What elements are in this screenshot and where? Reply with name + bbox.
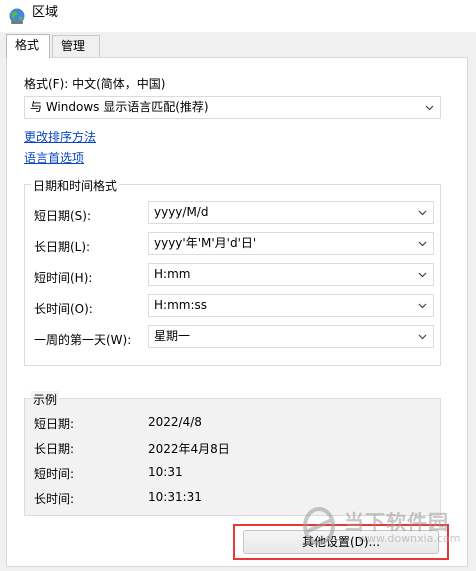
first-day-dropdown[interactable]: 星期一 (148, 325, 434, 348)
tab-format[interactable]: 格式 (6, 34, 50, 58)
first-day-label: 一周的第一天(W): (34, 333, 132, 347)
long-date-label: 长日期(L): (34, 240, 91, 254)
long-time-dropdown[interactable]: H:mm:ss (148, 294, 434, 317)
datetime-group-title: 日期和时间格式 (31, 177, 120, 194)
highlight-box (233, 524, 449, 560)
sample-group-title: 示例 (31, 391, 60, 408)
short-date-label: 短日期(S): (34, 209, 92, 223)
short-time-dropdown[interactable]: H:mm (148, 263, 434, 286)
language-prefs-link[interactable]: 语言首选项 (24, 149, 84, 166)
sample-long-date-label: 长日期: (34, 442, 75, 456)
datetime-format-group: 日期和时间格式 短日期(S): yyyy/M/d 长日期(L): yyyy'年'… (24, 177, 441, 366)
window-title: 区域 (32, 5, 59, 20)
sample-long-time-label: 长时间: (34, 492, 75, 506)
chevron-down-icon (418, 272, 427, 278)
sample-short-time-value: 10:31 (148, 465, 183, 479)
long-date-dropdown[interactable]: yyyy'年'M'月'd'日' (148, 232, 434, 255)
format-dropdown[interactable]: 与 Windows 显示语言匹配(推荐) (24, 96, 441, 119)
first-day-value: 星期一 (154, 329, 191, 343)
globe-icon (9, 8, 25, 24)
title-bar: 区域 (0, 0, 476, 32)
short-time-value: H:mm (154, 267, 191, 281)
sample-long-time-value: 10:31:31 (148, 490, 202, 504)
sample-short-date-label: 短日期: (34, 417, 75, 431)
short-date-value: yyyy/M/d (154, 205, 209, 219)
long-time-value: H:mm:ss (154, 298, 207, 312)
format-dropdown-value: 与 Windows 显示语言匹配(推荐) (30, 100, 209, 114)
chevron-down-icon (418, 241, 427, 247)
chevron-down-icon (418, 210, 427, 216)
tab-manage[interactable]: 管理 (52, 35, 100, 57)
long-time-label: 长时间(O): (34, 302, 93, 316)
chevron-down-icon (418, 334, 427, 340)
sample-group: 示例 短日期: 2022/4/8 长日期: 2022年4月8日 短时间: 10:… (24, 391, 441, 516)
format-tab-pane: 格式(F): 中文(简体，中国) 与 Windows 显示语言匹配(推荐) 更改… (6, 57, 468, 567)
short-date-dropdown[interactable]: yyyy/M/d (148, 201, 434, 224)
chevron-down-icon (425, 105, 434, 111)
chevron-down-icon (418, 303, 427, 309)
short-time-label: 短时间(H): (34, 271, 93, 285)
format-label: 格式(F): 中文(简体，中国) (24, 77, 166, 91)
sample-short-date-value: 2022/4/8 (148, 415, 202, 429)
change-sort-link[interactable]: 更改排序方法 (24, 128, 96, 145)
long-date-value: yyyy'年'M'月'd'日' (154, 236, 257, 250)
sample-short-time-label: 短时间: (34, 467, 75, 481)
sample-long-date-value: 2022年4月8日 (148, 442, 230, 456)
